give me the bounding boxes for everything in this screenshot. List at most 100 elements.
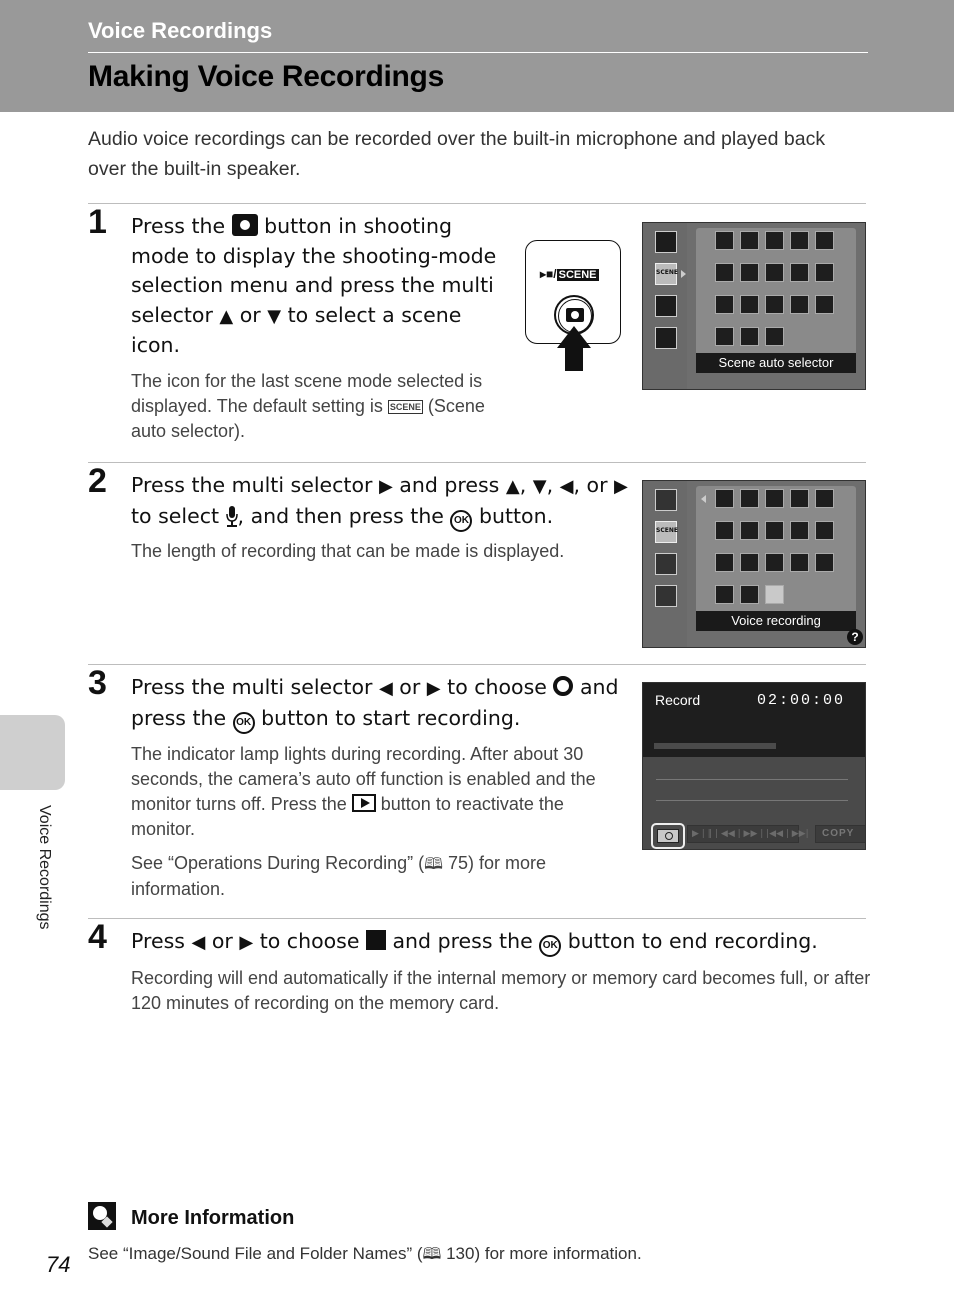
submenu-pointer-icon [681,270,686,278]
party-indoor-icon [715,521,734,540]
step-3-instruction: Press the multi selector ◀ or ▶ to choos… [131,673,621,734]
left-arrow-icon: ◀ [378,678,393,699]
step-number-1: 1 [88,203,107,241]
record-icon [553,676,574,696]
step-divider [88,462,866,463]
scene-auto-icon [715,231,734,250]
text-fragment: button to end recording. [561,929,818,953]
step-number-2: 2 [88,462,107,500]
step-number-3: 3 [88,664,107,702]
step-2-instruction: Press the multi selector ▶ and press ▲ , … [131,471,631,532]
sports-icon [790,231,809,250]
food-icon [740,553,759,572]
down-arrow-icon: ▼ [532,476,547,497]
ok-button-icon: OK [232,711,255,734]
night-landscape-icon [715,295,734,314]
stop-icon [365,930,386,950]
scene-menu-screen-2: SCENE Voice recording ? [642,480,866,648]
museum-icon [765,295,784,314]
playback-button-icon [351,794,376,812]
snow-icon [765,521,784,540]
step-3-note: The indicator lamp lights during recordi… [131,742,621,842]
text-fragment: or [392,675,427,699]
step-divider [88,664,866,665]
text-fragment: and press [392,473,506,497]
night-portrait-icon [815,231,834,250]
scene-menu-screen-1: SCENE Scene auto selector [642,222,866,390]
ok-button-icon: OK [450,509,473,532]
text-fragment: to select [131,503,226,528]
beach-icon [740,263,759,282]
text-fragment: 130) for more information. [441,1244,642,1263]
header-divider [88,52,868,53]
step-4-note: Recording will end automatically if the … [131,968,871,1013]
microphone-icon [225,505,238,527]
landscape-icon [765,231,784,250]
chapter-tab [0,715,65,790]
more-information-body: See “Image/Sound File and Folder Names” … [88,1243,642,1270]
text-fragment: or [205,929,240,953]
record-label: Record [655,692,701,708]
panorama-assist-icon [740,327,759,346]
camera-mode-icon [655,489,677,511]
up-arrow-icon: ▲ [505,476,520,497]
recording-status-area: Record 02:00:00 [643,683,865,757]
backlighting-icon [715,327,734,346]
movie-mode-icon [655,585,677,607]
step-2-note: The length of recording that can be made… [131,541,565,561]
smart-portrait-icon [655,553,677,575]
right-arrow-icon: ▶ [614,476,628,497]
press-arrow-stem [565,347,583,371]
book-icon: 🕮 [424,856,444,873]
step-divider [88,203,866,204]
scene-mode-icon: SCENE [655,521,678,543]
sunset-icon [790,521,809,540]
text-fragment: , [546,473,560,497]
step-4-instruction: Press ◀ or ▶ to choose and press the OK … [131,927,891,958]
page-title: Making Voice Recordings [88,60,444,93]
chapter-tab-label: Voice Recordings [36,805,53,930]
left-arrow-icon: ◀ [559,476,574,497]
text-fragment: , and then press the [237,503,451,528]
museum-icon [765,553,784,572]
voice-recording-icon [765,327,784,346]
copy-icon [815,553,834,572]
back-pointer-icon [701,495,706,503]
right-arrow-icon: ▶ [426,678,441,699]
step-1-instruction: Press the button in shooting mode to dis… [131,212,511,361]
portrait-icon [740,231,759,250]
divider-line [656,800,848,801]
sunset-icon [790,263,809,282]
portrait-icon [740,489,759,508]
fireworks-icon [790,553,809,572]
panorama-assist-icon [740,585,759,604]
smart-portrait-icon [655,295,677,317]
text-fragment: to choose [440,675,554,699]
scene-icon-text: SCENE [656,527,678,534]
text-fragment: or [233,302,268,327]
scene-label: SCENE [556,269,599,281]
remaining-time: 02:00:00 [756,692,845,709]
dusk-dawn-icon [815,263,834,282]
party-indoor-icon [715,263,734,282]
screen-caption: Scene auto selector [696,353,856,373]
text-fragment: See “Image/Sound File and Folder Names” … [88,1244,423,1263]
down-arrow-icon: ▼ [267,305,282,327]
night-portrait-icon [815,489,834,508]
backlighting-icon [715,585,734,604]
beach-icon [740,521,759,540]
text-fragment: Press the [131,214,232,238]
ok-button-icon: OK [539,935,562,957]
help-icon: ? [847,629,863,645]
dusk-dawn-icon [815,521,834,540]
record-control-icon [657,829,679,843]
screen-caption: Voice recording [696,611,856,631]
right-arrow-icon: ▶ [239,932,254,953]
book-icon: 🕮 [422,1246,442,1263]
camera-mode-icon [655,231,677,253]
more-information-icon [88,1202,116,1230]
page-number: 74 [46,1252,71,1277]
chapter-header: Voice Recordings Making Voice Recordings [0,0,954,112]
intro-paragraph: Audio voice recordings can be recorded o… [88,128,826,180]
camera-icon [566,308,584,322]
